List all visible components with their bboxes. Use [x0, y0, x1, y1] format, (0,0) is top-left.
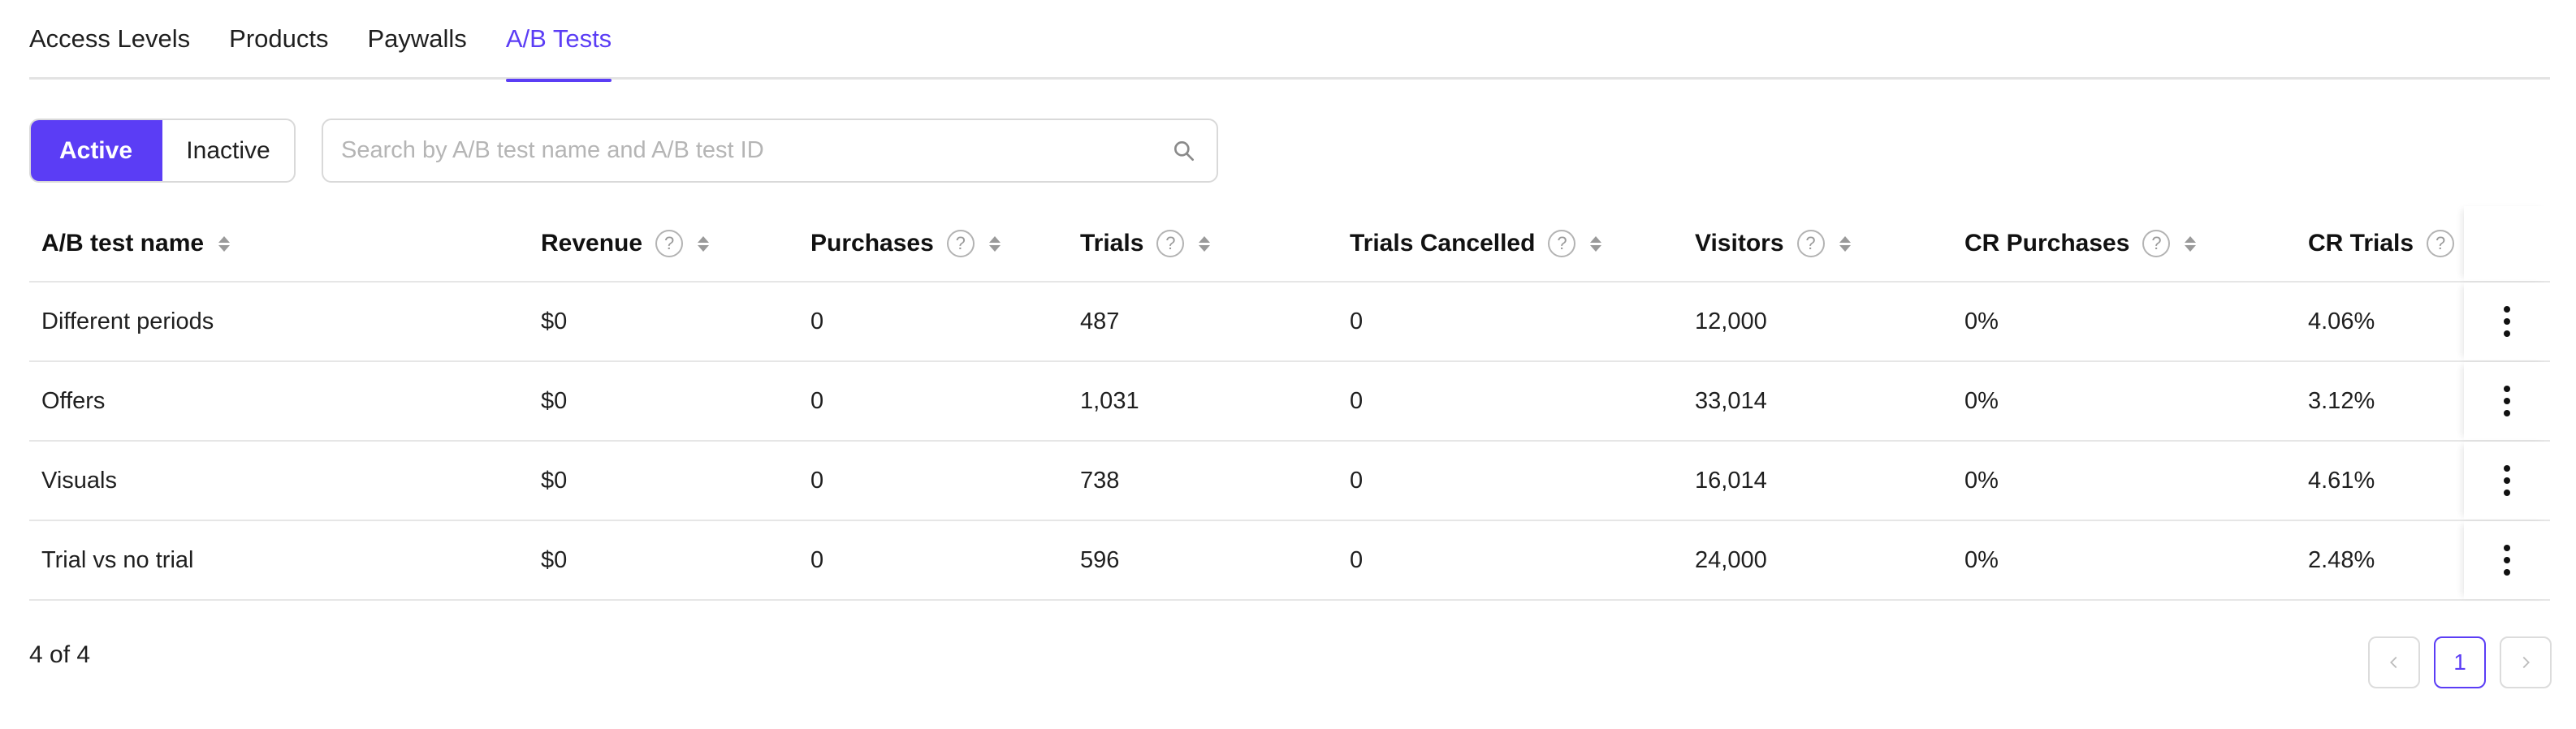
cell-purchases: 0 — [810, 308, 824, 334]
cell-visitors: 16,014 — [1695, 467, 1767, 494]
search-icon[interactable] — [1171, 138, 1197, 164]
cell-cr-purchases: 0% — [1964, 387, 1999, 414]
column-header-label: CR Trials — [2308, 230, 2414, 257]
cell-cr-trials: 4.61% — [2308, 467, 2375, 494]
cell-trials-cancelled: 0 — [1350, 546, 1364, 573]
help-icon[interactable]: ? — [2142, 230, 2171, 257]
table-row[interactable]: Visuals $0 0 738 0 16,014 0% 4.61% — [29, 442, 2550, 521]
column-header-trials[interactable]: Trials? — [1080, 206, 1211, 281]
sort-icon[interactable] — [1199, 235, 1211, 252]
column-header-label: Purchases — [810, 230, 934, 257]
cell-visitors: 24,000 — [1695, 546, 1767, 573]
cell-name: Trial vs no trial — [41, 546, 194, 573]
row-actions — [2464, 442, 2550, 520]
cell-trials-cancelled: 0 — [1350, 387, 1364, 414]
prev-page-button[interactable] — [2368, 636, 2420, 688]
result-count: 4 of 4 — [29, 641, 91, 668]
cell-purchases: 0 — [810, 387, 824, 414]
ab-tests-table: A/B test name Revenue? Purchases? Trials? Tr… — [29, 206, 2550, 601]
cell-purchases: 0 — [810, 546, 824, 573]
column-header-cr-purchases[interactable]: CR Purchases? — [1964, 206, 2197, 281]
more-vertical-icon[interactable] — [2496, 460, 2518, 501]
tab-products[interactable]: Products — [229, 0, 328, 80]
cell-revenue: $0 — [541, 387, 568, 414]
help-icon[interactable]: ? — [1156, 230, 1185, 257]
sort-icon[interactable] — [1590, 235, 1602, 252]
cell-visitors: 33,014 — [1695, 387, 1767, 414]
more-vertical-icon[interactable] — [2496, 381, 2518, 421]
sort-icon[interactable] — [218, 235, 231, 252]
column-header-label: CR Purchases — [1964, 230, 2130, 257]
cell-cr-purchases: 0% — [1964, 467, 1999, 494]
table-row[interactable]: Offers $0 0 1,031 0 33,014 0% 3.12% — [29, 362, 2550, 442]
help-icon[interactable]: ? — [1548, 230, 1576, 257]
column-header-label: Trials — [1080, 230, 1144, 257]
help-icon[interactable]: ? — [946, 230, 975, 257]
chevron-right-icon — [2522, 656, 2530, 669]
tab-access-levels[interactable]: Access Levels — [29, 0, 190, 80]
cell-revenue: $0 — [541, 546, 568, 573]
search-input[interactable] — [323, 137, 1171, 164]
cell-trials: 738 — [1080, 467, 1120, 494]
table-row[interactable]: Trial vs no trial $0 0 596 0 24,000 0% 2.48% — [29, 521, 2550, 601]
cell-trials: 1,031 — [1080, 387, 1139, 414]
table-header: A/B test name Revenue? Purchases? Trials? Tr… — [29, 206, 2550, 283]
page-button-current[interactable]: 1 — [2434, 636, 2486, 688]
cell-name: Different periods — [41, 308, 214, 334]
active-button[interactable]: Active — [31, 120, 162, 181]
cell-name: Offers — [41, 387, 106, 414]
column-header-label: Trials Cancelled — [1350, 230, 1536, 257]
cell-visitors: 12,000 — [1695, 308, 1767, 334]
cell-cr-purchases: 0% — [1964, 308, 1999, 334]
column-header-purchases[interactable]: Purchases? — [810, 206, 1001, 281]
tab-paywalls[interactable]: Paywalls — [367, 0, 466, 80]
help-icon[interactable]: ? — [655, 230, 684, 257]
next-page-button[interactable] — [2500, 636, 2552, 688]
search-box — [322, 119, 1218, 183]
column-header-cr-trials[interactable]: CR Trials? — [2308, 206, 2455, 281]
sort-icon[interactable] — [988, 235, 1001, 252]
row-actions — [2464, 283, 2550, 360]
chevron-left-icon — [2390, 656, 2397, 669]
sort-icon[interactable] — [1839, 235, 1851, 252]
more-vertical-icon[interactable] — [2496, 301, 2518, 342]
column-header-name[interactable]: A/B test name — [41, 206, 231, 281]
cell-trials: 596 — [1080, 546, 1120, 573]
row-actions — [2464, 521, 2550, 599]
more-vertical-icon[interactable] — [2496, 540, 2518, 580]
column-header-revenue[interactable]: Revenue? — [541, 206, 710, 281]
column-header-label: A/B test name — [41, 230, 205, 257]
status-toggle: Active Inactive — [29, 119, 296, 183]
cell-purchases: 0 — [810, 467, 824, 494]
column-header-visitors[interactable]: Visitors? — [1695, 206, 1851, 281]
cell-trials-cancelled: 0 — [1350, 308, 1364, 334]
cell-trials-cancelled: 0 — [1350, 467, 1364, 494]
column-header-trials-cancelled[interactable]: Trials Cancelled? — [1350, 206, 1602, 281]
inactive-button[interactable]: Inactive — [162, 120, 294, 181]
actions-column-header — [2464, 206, 2550, 281]
tab-ab-tests[interactable]: A/B Tests — [505, 0, 612, 82]
nav-tabs: Access Levels Products Paywalls A/B Test… — [29, 0, 2550, 82]
cell-name: Visuals — [41, 467, 117, 494]
sort-icon[interactable] — [2185, 235, 2197, 252]
column-header-label: Revenue — [541, 230, 643, 257]
help-icon[interactable]: ? — [1796, 230, 1825, 257]
cell-cr-trials: 2.48% — [2308, 546, 2375, 573]
cell-cr-purchases: 0% — [1964, 546, 1999, 573]
column-header-label: Visitors — [1695, 230, 1784, 257]
pagination: 1 — [2368, 636, 2552, 688]
cell-revenue: $0 — [541, 308, 568, 334]
cell-cr-trials: 3.12% — [2308, 387, 2375, 414]
table-row[interactable]: Different periods $0 0 487 0 12,000 0% 4.06% — [29, 283, 2550, 362]
help-icon[interactable]: ? — [2427, 230, 2455, 257]
cell-revenue: $0 — [541, 467, 568, 494]
cell-cr-trials: 4.06% — [2308, 308, 2375, 334]
sort-icon[interactable] — [698, 235, 710, 252]
cell-trials: 487 — [1080, 308, 1120, 334]
row-actions — [2464, 362, 2550, 440]
